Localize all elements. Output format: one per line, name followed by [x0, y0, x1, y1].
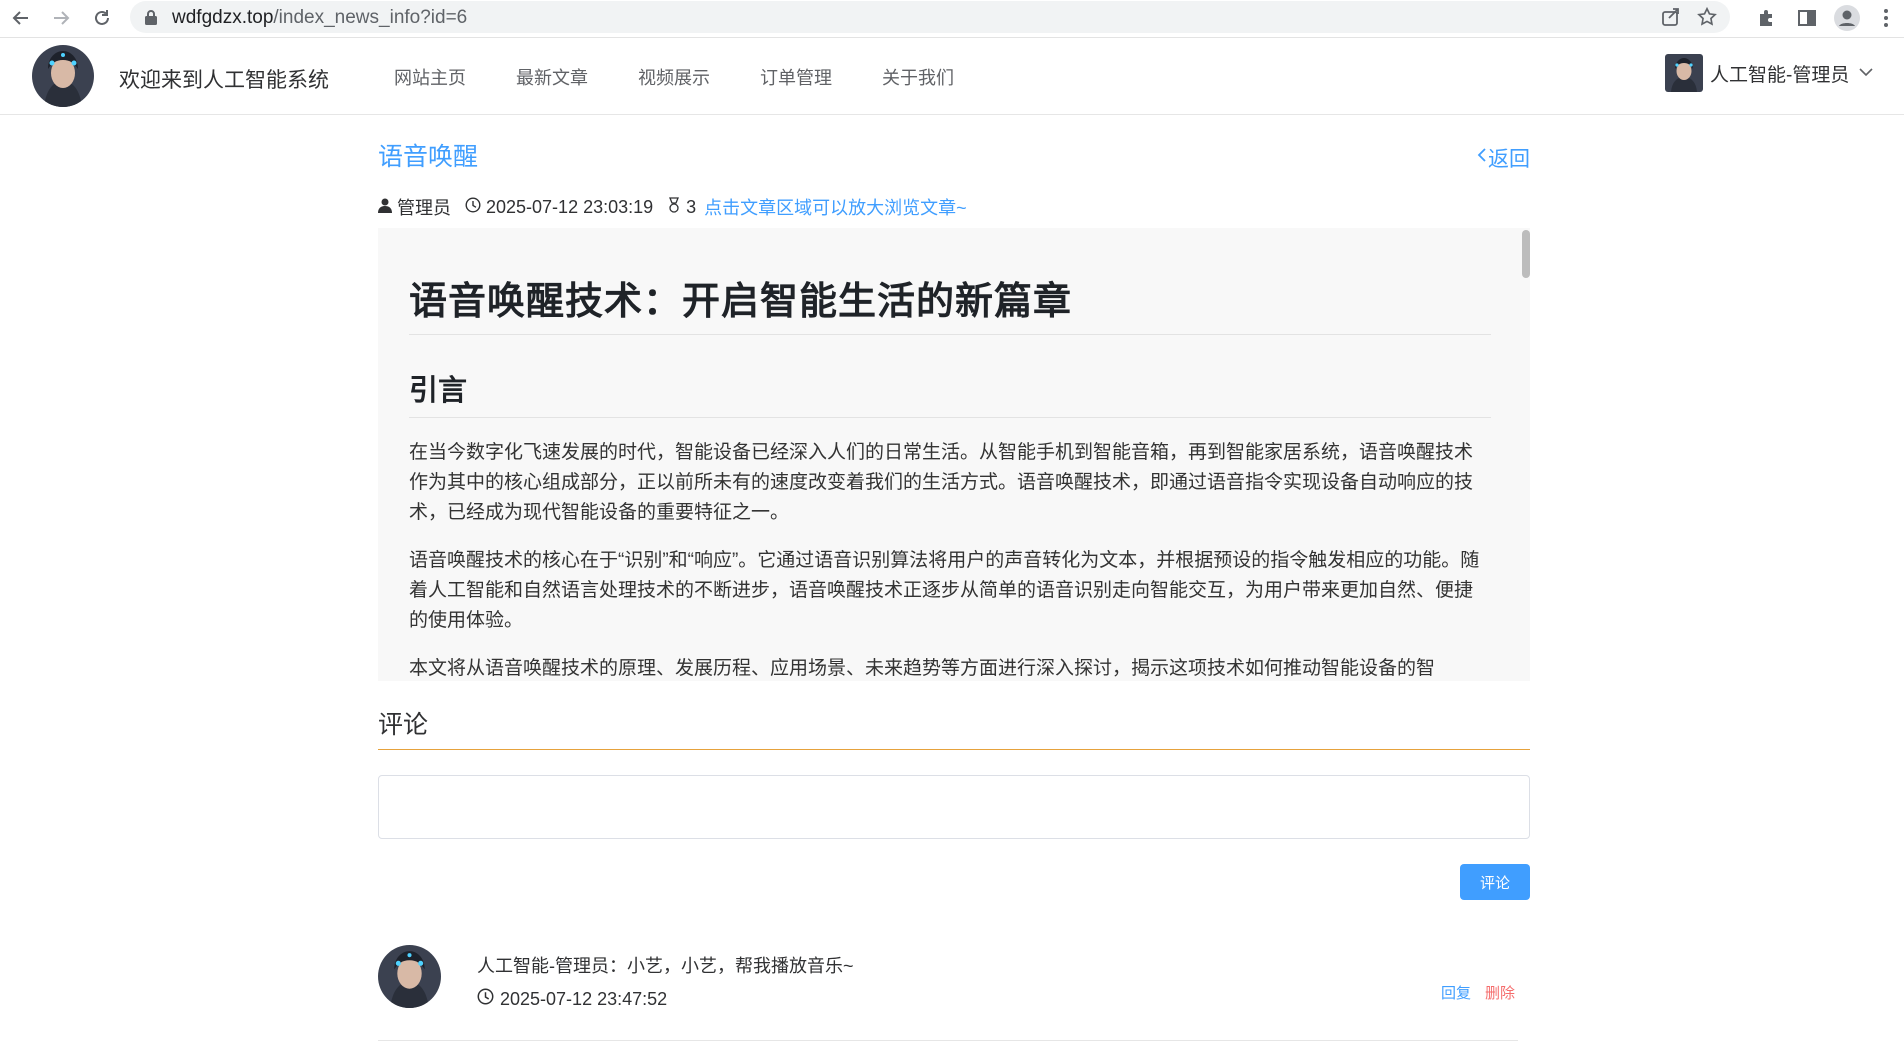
site-header: 欢迎来到人工智能系统 网站主页 最新文章 视频展示 订单管理 关于我们 人工智能… — [0, 38, 1904, 115]
article-meta: 管理员 2025-07-12 23:03:19 3 点击文章区域可以放大浏览文章… — [378, 194, 967, 220]
back-button[interactable]: 返回 — [1476, 143, 1530, 173]
site-logo-avatar[interactable] — [32, 45, 94, 107]
article-scrollbar[interactable] — [1522, 230, 1530, 278]
reply-button[interactable]: 回复 — [1441, 982, 1471, 1003]
address-bar[interactable]: wdfgdzx.top/index_news_info?id=6 — [130, 1, 1730, 33]
meta-views: 3 — [667, 197, 696, 218]
view-count: 3 — [686, 196, 697, 217]
comment-text: 人工智能-管理员：小艺，小艺，帮我播放音乐~ — [477, 956, 854, 976]
article-paragraph: 本文将从语音唤醒技术的原理、发展历程、应用场景、未来趋势等方面进行深入探讨，揭示… — [409, 658, 1436, 679]
extensions-icon[interactable] — [1753, 5, 1779, 31]
meta-datetime: 2025-07-12 23:03:19 — [465, 197, 653, 218]
delete-button[interactable]: 删除 — [1485, 982, 1515, 1003]
comment-item: 人工智能-管理员：小艺，小艺，帮我播放音乐~ 2025-07-12 23:47:… — [378, 945, 1518, 1041]
browser-toolbar: wdfgdzx.top/index_news_info?id=6 — [0, 0, 1904, 38]
zoom-hint-link[interactable]: 点击文章区域可以放大浏览文章~ — [704, 194, 967, 220]
article-title: 语音唤醒 — [378, 143, 479, 171]
user-dropdown[interactable]: 人工智能-管理员 — [1665, 53, 1873, 93]
share-icon[interactable] — [1660, 6, 1682, 33]
article-paragraph: 语音唤醒技术的核心在于“识别”和“响应”。它通过语音识别算法将用户的声音转化为文… — [409, 550, 1480, 631]
menu-item-orders[interactable]: 订单管理 — [760, 64, 832, 90]
submit-comment-button[interactable]: 评论 — [1460, 864, 1530, 900]
author-name: 管理员 — [397, 198, 451, 218]
main-menu: 网站主页 最新文章 视频展示 订单管理 关于我们 — [394, 64, 1004, 90]
back-label: 返回 — [1488, 148, 1530, 171]
comment-input[interactable] — [378, 775, 1530, 839]
side-panel-icon[interactable] — [1794, 5, 1820, 31]
url-host: wdfgdzx.top — [172, 7, 274, 28]
menu-item-about[interactable]: 关于我们 — [882, 64, 954, 90]
profile-icon[interactable] — [1834, 5, 1860, 31]
menu-item-latest-articles[interactable]: 最新文章 — [516, 64, 588, 90]
star-icon[interactable] — [1696, 6, 1718, 33]
menu-item-home[interactable]: 网站主页 — [394, 64, 466, 90]
article-subheading: 引言 — [409, 335, 1491, 418]
back-arrow-icon[interactable] — [8, 5, 34, 31]
article-paragraph: 在当今数字化飞速发展的时代，智能设备已经深入人们的日常生活。从智能手机到智能音箱… — [409, 442, 1474, 523]
clock-icon — [465, 196, 486, 218]
menu-item-videos[interactable]: 视频展示 — [638, 64, 710, 90]
chevron-left-icon — [1476, 146, 1488, 170]
comment-timestamp: 2025-07-12 23:47:52 — [500, 988, 668, 1009]
user-name: 人工智能-管理员 — [1710, 64, 1850, 86]
user-avatar — [1665, 54, 1703, 92]
comments-divider — [378, 749, 1530, 750]
article-body[interactable]: 语音唤醒技术：开启智能生活的新篇章 引言 在当今数字化飞速发展的时代，智能设备已… — [378, 228, 1530, 681]
article-inner: 语音唤醒技术：开启智能生活的新篇章 引言 在当今数字化飞速发展的时代，智能设备已… — [409, 228, 1491, 681]
publish-datetime: 2025-07-12 23:03:19 — [486, 196, 654, 217]
article-heading: 语音唤醒技术：开启智能生活的新篇章 — [409, 228, 1491, 335]
user-icon — [378, 197, 397, 218]
comment-time: 2025-07-12 23:47:52 — [477, 988, 667, 1010]
site-title: 欢迎来到人工智能系统 — [119, 69, 329, 92]
comments-title: 评论 — [378, 711, 429, 739]
url-path: /index_news_info?id=6 — [273, 7, 468, 28]
lock-icon — [144, 9, 158, 30]
forward-arrow-icon[interactable] — [48, 5, 74, 31]
kebab-menu-icon[interactable] — [1873, 5, 1899, 31]
meta-author: 管理员 — [378, 194, 451, 220]
reload-icon[interactable] — [89, 5, 115, 31]
chevron-down-icon — [1859, 64, 1873, 82]
clock-icon — [477, 988, 500, 1010]
commenter-avatar — [378, 945, 441, 1008]
url-text: wdfgdzx.top/index_news_info?id=6 — [172, 7, 467, 29]
views-icon — [667, 196, 686, 218]
